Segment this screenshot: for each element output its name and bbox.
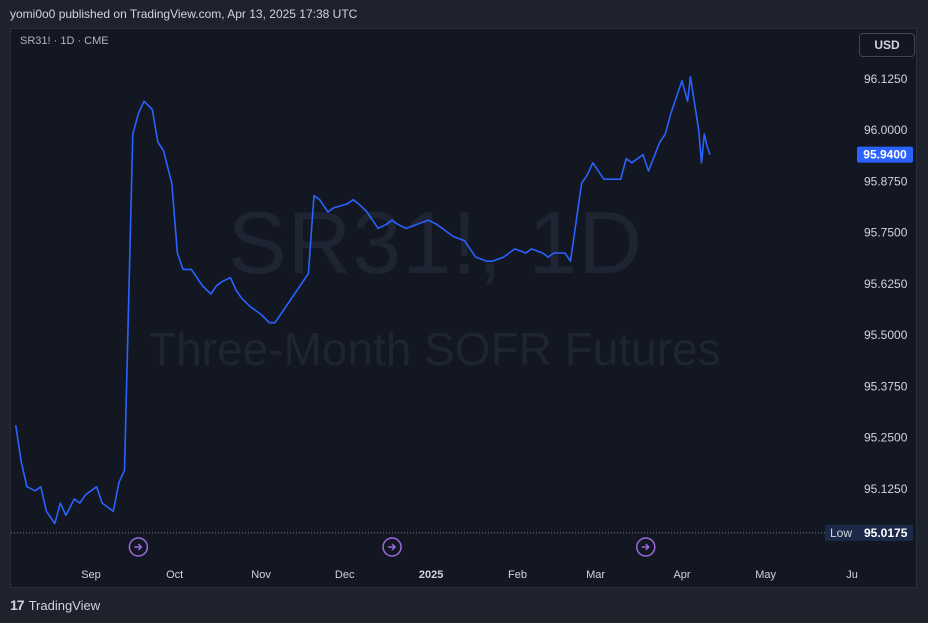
x-tick-label: Oct [166, 569, 183, 581]
y-tick-label: 95.5000 [864, 328, 908, 342]
x-tick-label: 2025 [419, 569, 443, 581]
x-tick-label: May [755, 569, 776, 581]
y-tick-label: 95.7500 [864, 226, 908, 240]
y-tick-label: 96.1250 [864, 72, 908, 86]
y-tick-label: 95.8750 [864, 174, 908, 188]
low-value: 95.0175 [864, 526, 908, 540]
x-tick-label: Dec [335, 569, 355, 581]
low-label: Low [830, 526, 852, 540]
x-tick-label: Mar [586, 569, 605, 581]
price-line[interactable] [14, 75, 711, 525]
y-tick-label: 95.1250 [864, 482, 908, 496]
price-chart: 96.1250 96.0000 95.8750 95.7500 95.6250 95.50… [11, 72, 913, 581]
last-price-label: 95.9400 [863, 148, 907, 162]
x-tick-label: Nov [251, 569, 271, 581]
x-tick-label: Feb [508, 569, 527, 581]
footer-branding: 17 TradingView [10, 597, 100, 613]
tradingview-logo-icon: 17 [10, 597, 25, 613]
x-tick-label: Ju [846, 569, 858, 581]
y-tick-label: 95.6250 [864, 277, 908, 291]
y-tick-label: 95.3750 [864, 379, 908, 393]
footer-brand-text: TradingView [28, 597, 101, 613]
y-tick-label: 95.2500 [864, 431, 908, 445]
x-tick-label: Apr [673, 569, 690, 581]
y-tick-label: 96.0000 [864, 123, 908, 137]
x-tick-label: Sep [81, 569, 101, 581]
